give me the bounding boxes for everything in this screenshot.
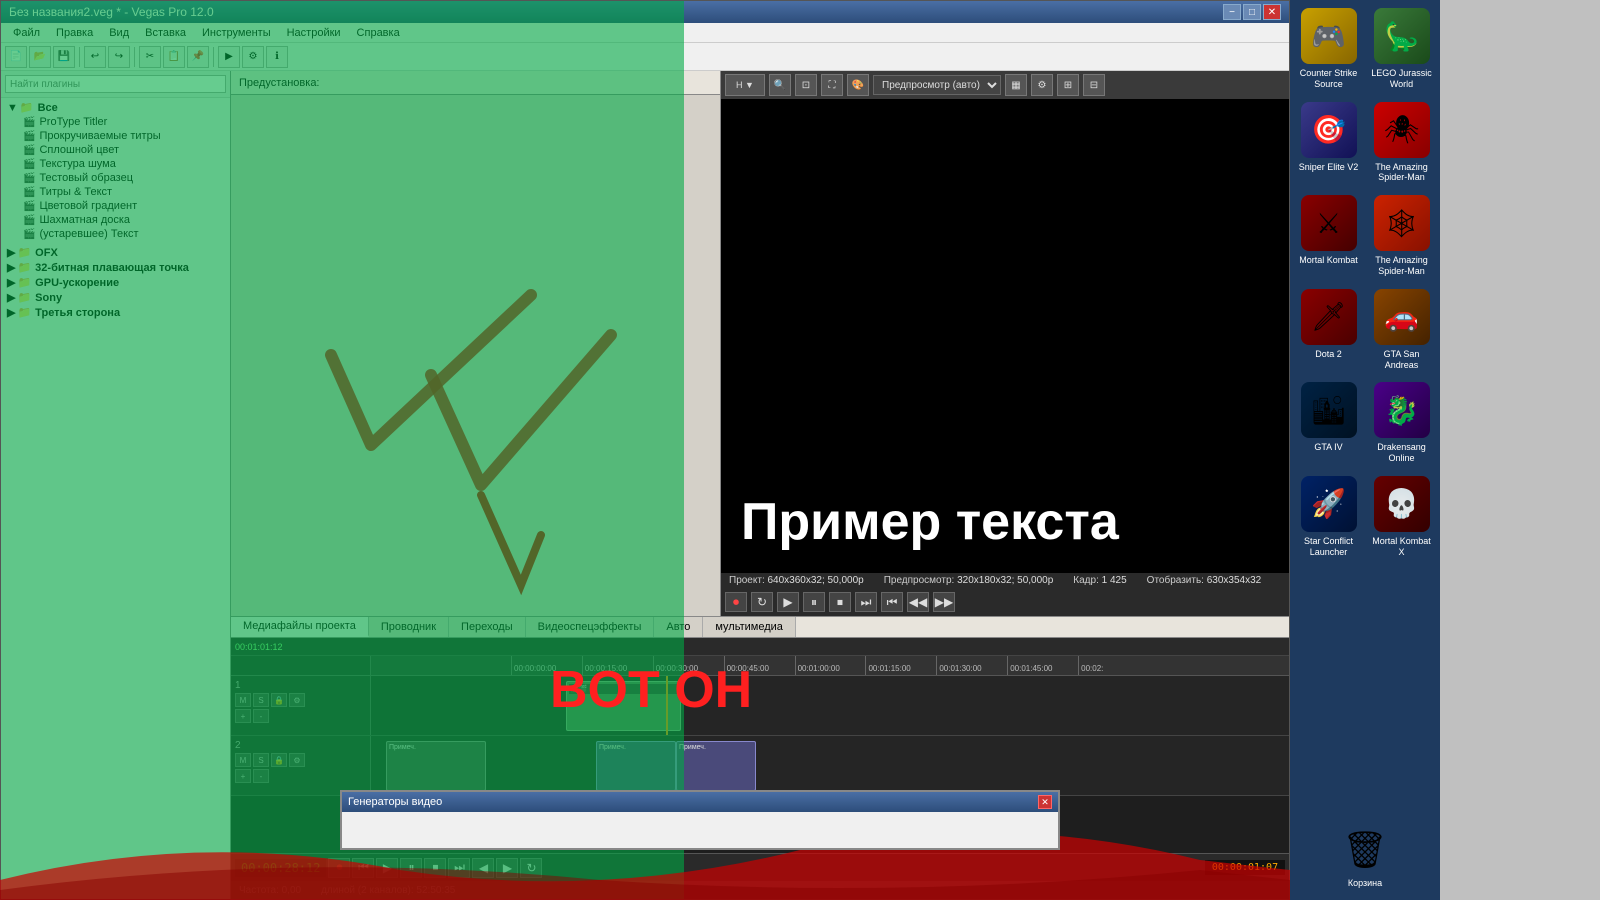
- end-time-display: 00:00:01:07: [1205, 860, 1285, 875]
- generators-dialog: Генераторы видео ✕: [340, 790, 1060, 850]
- lego-icon-label: LEGO Jurassic World: [1369, 68, 1434, 90]
- preview-tb-ext[interactable]: ⊞: [1057, 74, 1079, 96]
- preview-record[interactable]: ⏺: [725, 592, 747, 612]
- preview-pause[interactable]: ⏸: [803, 592, 825, 612]
- spiderman1-icon-img: 🕷: [1374, 102, 1430, 158]
- vegas-window: Без названия2.veg * - Vegas Pro 12.0 − □…: [0, 0, 1290, 900]
- ruler-mark-5: 00:01:15:00: [865, 656, 936, 675]
- dota-icon-label: Dota 2: [1315, 349, 1342, 360]
- minimize-button[interactable]: −: [1223, 4, 1241, 20]
- preview-info: Предпросмотр: 320x180x32; 50,000p: [884, 575, 1054, 586]
- starconflict-icon-label: Star Conflict Launcher: [1296, 536, 1361, 558]
- ruler-mark-6: 00:01:30:00: [936, 656, 1007, 675]
- drakensang-icon-label: Drakensang Online: [1369, 442, 1434, 464]
- gta-sa-icon-label: GTA San Andreas: [1369, 349, 1434, 371]
- preview-next-frame[interactable]: ▶▶: [933, 592, 955, 612]
- spiderman1-icon-label: The Amazing Spider-Man: [1369, 162, 1434, 184]
- cs-icon-label: Counter Strike Source: [1296, 68, 1361, 90]
- preview-panel: H ▼ 🔍 ⊡ ⛶ 🎨 Предпросмотр (авто) ▦ ⚙ ⊞ ⊟: [721, 71, 1289, 616]
- cs-icon-img: 🎮: [1301, 8, 1357, 64]
- game-grid: 🎮 Counter Strike Source 🦕 LEGO Jurassic …: [1294, 4, 1436, 562]
- preview-skip-end[interactable]: ⏭: [855, 592, 877, 612]
- center-area: Предустановка:: [231, 71, 1289, 899]
- game-icon-cs[interactable]: 🎮 Counter Strike Source: [1294, 4, 1363, 94]
- preview-mode-select[interactable]: Предпросмотр (авто): [873, 75, 1001, 95]
- game-icon-gta-sa[interactable]: 🚗 GTA San Andreas: [1367, 285, 1436, 375]
- window-controls: − □ ✕: [1223, 4, 1281, 20]
- game-icon-mkx[interactable]: 💀 Mortal Kombat X: [1367, 472, 1436, 562]
- preview-tb-full[interactable]: ⛶: [821, 74, 843, 96]
- preview-tb-h[interactable]: H ▼: [725, 74, 765, 96]
- preview-play[interactable]: ▶: [777, 592, 799, 612]
- close-button[interactable]: ✕: [1263, 4, 1281, 20]
- preview-tb-grid[interactable]: ▦: [1005, 74, 1027, 96]
- mkx-icon-label: Mortal Kombat X: [1369, 536, 1434, 558]
- preview-stop[interactable]: ⏹: [829, 592, 851, 612]
- preview-tb-cfg[interactable]: ⚙: [1031, 74, 1053, 96]
- preview-tb-zoom[interactable]: 🔍: [769, 74, 791, 96]
- game-icon-lego[interactable]: 🦕 LEGO Jurassic World: [1367, 4, 1436, 94]
- gta4-icon-label: GTA IV: [1314, 442, 1342, 453]
- ruler-mark-7: 00:01:45:00: [1007, 656, 1078, 675]
- mkx-icon-img: 💀: [1374, 476, 1430, 532]
- tab-multimedia[interactable]: мультимедиа: [703, 617, 796, 637]
- preview-prev-frame[interactable]: ◀◀: [907, 592, 929, 612]
- preview-tb-split[interactable]: ⊟: [1083, 74, 1105, 96]
- spiderman2-icon-label: The Amazing Spider-Man: [1369, 255, 1434, 277]
- track-2-clip-3[interactable]: Примеч.: [676, 741, 756, 791]
- dialog-title-bar: Генераторы видео ✕: [342, 792, 1058, 812]
- timeline-bottom: 00:00:28:12 ⏺ ⏮ ▶ ⏸ ⏹ ⏭ ◀ ▶ ↻ 00:00:01:0…: [231, 853, 1289, 881]
- game-icon-spiderman2[interactable]: 🕸 The Amazing Spider-Man: [1367, 191, 1436, 281]
- preview-body: Пример текста: [721, 99, 1289, 573]
- maximize-button[interactable]: □: [1243, 4, 1261, 20]
- preview-skip-start[interactable]: ⏮: [881, 592, 903, 612]
- game-icon-dota[interactable]: 🗡 Dota 2: [1294, 285, 1363, 375]
- dota-icon-img: 🗡: [1301, 289, 1357, 345]
- preview-controls: ⏺ ↻ ▶ ⏸ ⏹ ⏭ ⏮ ◀◀ ▶▶: [721, 588, 1289, 616]
- game-icon-gta4[interactable]: 🏙 GTA IV: [1294, 378, 1363, 468]
- sniper-icon-label: Sniper Elite V2: [1299, 162, 1359, 173]
- spiderman2-icon-img: 🕸: [1374, 195, 1430, 251]
- sniper-icon-img: 🎯: [1301, 102, 1357, 158]
- main-content: ▼ 📁 Все 🎬ProType Titler 🎬Прокручиваемые …: [1, 71, 1289, 899]
- ruler-mark-3: 00:00:45:00: [724, 656, 795, 675]
- desktop-sidebar: 🎮 Counter Strike Source 🦕 LEGO Jurassic …: [1290, 0, 1440, 900]
- gta4-icon-img: 🏙: [1301, 382, 1357, 438]
- ruler-mark-8: 00:02:: [1078, 656, 1149, 675]
- drakensang-icon-img: 🐉: [1374, 382, 1430, 438]
- frame-info: Кадр: 1 425: [1073, 575, 1126, 586]
- timeline-area: 00:01:01:12 00:00:00:00 00:00:15:00 00:0…: [231, 638, 1289, 899]
- dialog-title: Генераторы видео: [348, 796, 442, 808]
- preview-loop[interactable]: ↻: [751, 592, 773, 612]
- project-info: Проект: 640x360x32; 50,000p: [729, 575, 864, 586]
- game-icon-drakensang[interactable]: 🐉 Drakensang Online: [1367, 378, 1436, 468]
- ruler-mark-4: 00:01:00:00: [795, 656, 866, 675]
- preview-tb-color[interactable]: 🎨: [847, 74, 869, 96]
- mk-icon-label: Mortal Kombat: [1299, 255, 1358, 266]
- trash-icon[interactable]: 🗑 Корзина: [1294, 814, 1436, 896]
- game-icon-spiderman1[interactable]: 🕷 The Amazing Spider-Man: [1367, 98, 1436, 188]
- dialog-close-button[interactable]: ✕: [1038, 795, 1052, 809]
- preview-text: Пример текста: [721, 471, 1139, 573]
- preview-toolbar: H ▼ 🔍 ⊡ ⛶ 🎨 Предпросмотр (авто) ▦ ⚙ ⊞ ⊟: [721, 71, 1289, 99]
- gta-sa-icon-img: 🚗: [1374, 289, 1430, 345]
- mk-icon-img: ⚔: [1301, 195, 1357, 251]
- preview-tb-fit[interactable]: ⊡: [795, 74, 817, 96]
- starconflict-icon-img: 🚀: [1301, 476, 1357, 532]
- lego-icon-img: 🦕: [1374, 8, 1430, 64]
- game-icon-starconflict[interactable]: 🚀 Star Conflict Launcher: [1294, 472, 1363, 562]
- trash-label: Корзина: [1348, 878, 1382, 888]
- game-icon-mk[interactable]: ⚔ Mortal Kombat: [1294, 191, 1363, 281]
- trash-icon-img: 🗑: [1337, 822, 1393, 878]
- dialog-body: [342, 812, 1058, 848]
- game-icon-sniper[interactable]: 🎯 Sniper Elite V2: [1294, 98, 1363, 188]
- preview-status: Проект: 640x360x32; 50,000p Предпросмотр…: [721, 573, 1289, 588]
- display-info: Отобразить: 630x354x32: [1147, 575, 1262, 586]
